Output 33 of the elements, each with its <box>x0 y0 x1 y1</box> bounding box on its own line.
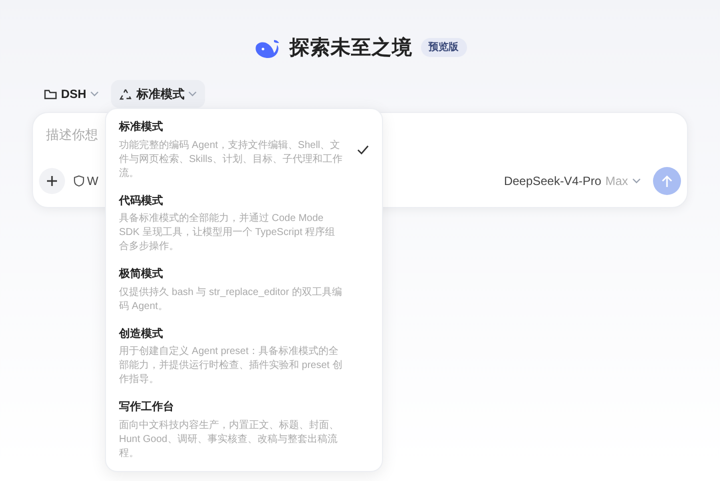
chevron-down-icon <box>188 91 198 97</box>
add-button[interactable] <box>39 168 65 194</box>
model-name: DeepSeek-V4-Pro <box>504 173 602 190</box>
mode-title: 创造模式 <box>119 326 164 342</box>
mode-title: 写作工作台 <box>119 400 175 415</box>
mode-button[interactable]: 标准模式 <box>111 80 206 108</box>
recycle-icon <box>119 88 132 100</box>
folder-icon <box>44 88 57 100</box>
chevron-down-icon <box>90 91 100 97</box>
mode-description: 功能完整的编码 Agent，支持文件编辑、Shell、文件与网页检索、Skills、计划、目标、子代理和工作流。 <box>119 138 344 180</box>
shield-icon <box>73 175 85 187</box>
app-title: 探索未至之境 <box>290 36 412 60</box>
mode-description: 具备标准模式的全部能力，并通过 Code Mode SDK 呈现工具，让模型用一个 TypeScript 程序组合多步操作。 <box>119 212 336 254</box>
checkmark-icon <box>357 144 369 155</box>
mode-option[interactable]: 代码模式 具备标准模式的全部能力，并通过 Code Mode SDK 呈现工具，让模型用一个 TypeScript 程序组合多步操作。 <box>119 192 369 254</box>
effort-label: Max <box>605 173 628 190</box>
mode-title: 标准模式 <box>119 120 164 135</box>
mode-title: 代码模式 <box>119 194 164 208</box>
mode-description: 用于创建自定义 Agent preset：具备标准模式的全部能力，并提供运行时检查、插件实验和 preset 创作指导。 <box>119 345 344 387</box>
mode-option[interactable]: 写作工作台 面向中文科技内容生产，内置正文、标题、封面、Hunt Good、调研、事实核查、改稿与整套出稿流程。 <box>119 399 369 460</box>
mode-description: 仅提供持久 bash 与 str_replace_editor 的双工具编码 Agent。 <box>119 286 343 314</box>
arrow-up-icon <box>661 174 673 188</box>
project-button[interactable]: DSH <box>40 81 104 107</box>
mode-description: 面向中文科技内容生产，内置正文、标题、封面、Hunt Good、调研、事实核查、改稿与整套出稿流程。 <box>119 418 340 460</box>
mode-title: 极简模式 <box>119 266 164 282</box>
model-selector[interactable]: DeepSeek-V4-Pro Max <box>504 172 641 190</box>
mode-option[interactable]: 创造模式 用于创建自定义 Agent preset：具备标准模式的全部能力，并提供运行时检查、插件实验和 preset 创作指导。 <box>119 326 369 387</box>
mode-option[interactable]: 极简模式 仅提供持久 bash 与 str_replace_editor 的双工具编码 Agent。 <box>119 266 369 314</box>
chevron-down-icon <box>632 178 641 184</box>
plus-icon <box>46 175 58 187</box>
shield-chip[interactable]: W <box>73 172 98 190</box>
preview-tag: 预览版 <box>420 38 466 57</box>
mode-option[interactable]: 标准模式 功能完整的编码 Agent，支持文件编辑、Shell、文件与网页检索、Skills、计划、目标、子代理和工作流。 <box>119 119 369 180</box>
